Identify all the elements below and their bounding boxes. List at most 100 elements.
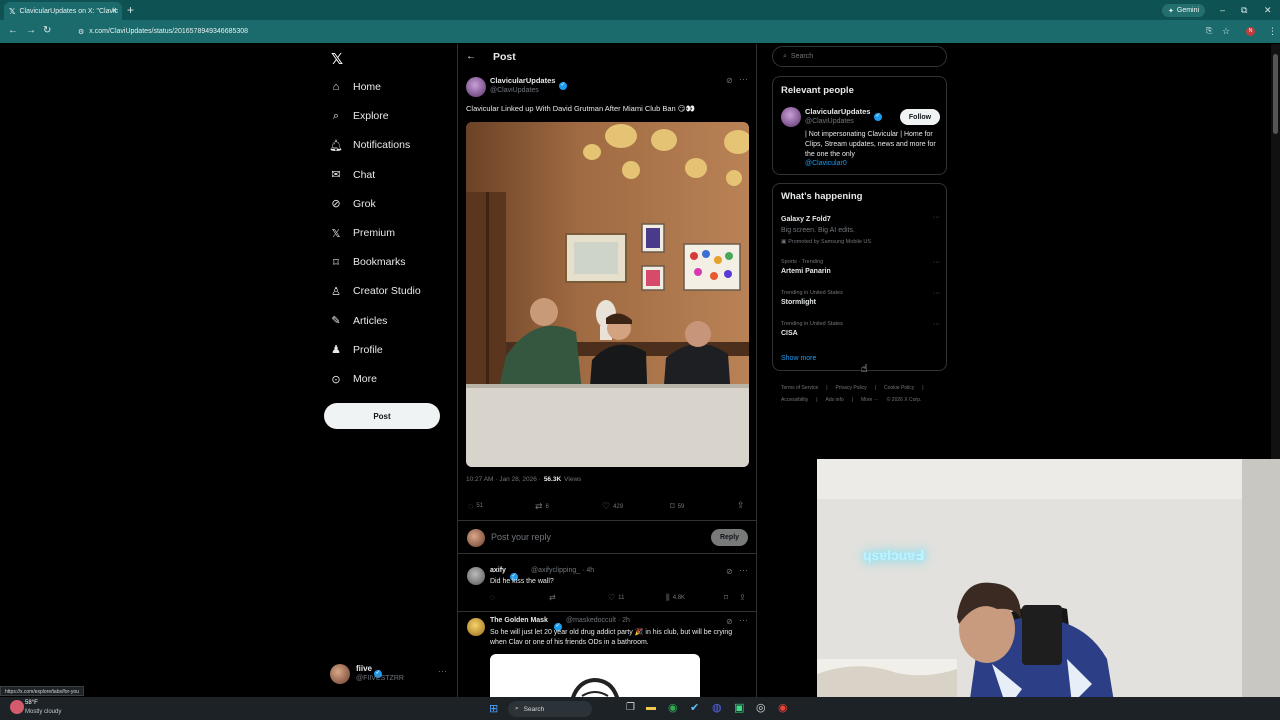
discord-icon[interactable]: ◍ <box>712 701 722 714</box>
nav-item-bookmarks[interactable]: ⌑ Bookmarks <box>330 251 405 273</box>
steam-icon[interactable]: ✔ <box>690 701 699 714</box>
back-arrow-icon[interactable]: ← <box>466 51 476 62</box>
person-handle[interactable]: @ClaviUpdates <box>805 118 854 125</box>
reload-icon[interactable]: ↻ <box>43 26 51 36</box>
like-action[interactable]: ♡ 429 <box>602 501 623 512</box>
address-bar[interactable]: ⚙ x.com/ClaviUpdates/status/201657894934… <box>70 23 1200 40</box>
mouse-cursor-icon: ☝ <box>861 363 868 375</box>
views-action[interactable]: ⫼ 4.8K <box>666 593 685 603</box>
author-name[interactable]: ClavicularUpdates <box>490 76 555 85</box>
more-dots-icon[interactable]: ··· <box>739 74 748 84</box>
footer-link[interactable]: Privacy Policy <box>836 382 867 394</box>
obs-icon[interactable]: ◎ <box>756 701 766 714</box>
chrome-icon[interactable]: ◉ <box>668 701 678 714</box>
reply-handle[interactable]: @axifyclipping_ · 4h <box>531 567 594 574</box>
footer-link[interactable]: Cookie Policy <box>884 382 914 394</box>
repost-action[interactable]: ⇄ 6 <box>535 501 549 512</box>
nav-item-notifications[interactable]: 🔔︎ Notifications <box>329 134 410 156</box>
weather-temp[interactable]: 58°F <box>25 700 38 706</box>
reply-handle[interactable]: @maskedoccult · 2h <box>566 617 630 624</box>
post-timestamp[interactable]: 10:27 AM · Jan 28, 2026 · <box>466 476 541 483</box>
more-dots-icon[interactable]: ··· <box>739 615 748 625</box>
footer-link[interactable]: Ads info <box>826 394 844 406</box>
grok-icon[interactable]: ⊘ <box>726 617 733 626</box>
trend-name: Stormlight <box>781 299 816 306</box>
gemini-button[interactable]: ✦ Gemini <box>1162 4 1206 17</box>
more-dots-icon[interactable]: ··· <box>933 214 940 221</box>
more-dots-icon[interactable]: ··· <box>739 565 748 575</box>
forward-icon[interactable]: → <box>26 26 36 36</box>
nav-item-label: Home <box>353 81 382 93</box>
reply-author[interactable]: The Golden Mask <box>490 617 548 624</box>
nav-item-more[interactable]: ⊙ More <box>330 368 377 390</box>
profile-avatar[interactable]: N <box>1246 27 1255 36</box>
reply-action[interactable]: ◌ 51 <box>468 501 483 511</box>
install-icon[interactable]: ⎘ <box>1206 26 1212 36</box>
browser-tab[interactable]: 𝕏 ClavicularUpdates on X: "Clavic × <box>4 2 122 20</box>
back-icon[interactable]: ← <box>8 26 18 36</box>
share-icon[interactable]: ⇪ <box>737 500 745 511</box>
post-image[interactable] <box>466 122 749 467</box>
new-tab-icon[interactable]: + <box>127 3 134 17</box>
more-dots-icon[interactable]: ··· <box>933 321 940 328</box>
author-handle[interactable]: @ClaviUpdates <box>490 87 539 94</box>
reply-author[interactable]: axify <box>490 567 506 574</box>
bookmark-action[interactable]: ⌑ 59 <box>670 501 684 512</box>
more-dots-icon[interactable]: ··· <box>933 290 940 297</box>
account-switcher[interactable]: fiive @FIIVESTZRR ··· <box>330 662 450 686</box>
more-dots-icon[interactable]: ··· <box>933 259 940 266</box>
repost-icon[interactable]: ⇄ <box>549 593 556 602</box>
close-window-icon[interactable]: ✕ <box>1264 5 1272 16</box>
footer-link[interactable]: More ··· <box>861 394 879 406</box>
restore-icon[interactable]: ⧉ <box>1241 5 1247 16</box>
reply-input[interactable]: Post your reply <box>491 532 551 542</box>
nav-item-articles[interactable]: ✎ Articles <box>330 310 387 332</box>
person-name[interactable]: ClavicularUpdates <box>805 107 870 116</box>
task-view-icon[interactable]: ❐ <box>626 702 635 713</box>
weather-desc[interactable]: Mostly cloudy <box>25 709 61 715</box>
nav-item-profile[interactable]: ♟ Profile <box>330 339 383 361</box>
show-more-link[interactable]: Show more <box>781 355 816 362</box>
grok-icon[interactable]: ⊘ <box>726 76 733 85</box>
minimize-icon[interactable]: – <box>1220 5 1225 15</box>
grok-icon[interactable]: ⊘ <box>726 567 733 576</box>
nav-item-explore[interactable]: ⌕ Explore <box>330 105 389 127</box>
reply-avatar[interactable] <box>467 567 485 585</box>
file-explorer-icon[interactable]: ▬ <box>646 702 656 713</box>
bio-link[interactable]: @Clavicular0 <box>805 160 847 167</box>
taskbar-search[interactable]: ⌕ Search <box>508 701 592 717</box>
app-icon[interactable]: ▣ <box>734 701 744 714</box>
nav-item-creator-studio[interactable]: ♙ Creator Studio <box>330 280 421 302</box>
trend-item[interactable]: Trending in United States Stormlight ··· <box>773 290 948 314</box>
bookmark-icon[interactable]: ⌑ <box>724 593 728 602</box>
trend-item[interactable]: Galaxy Z Fold7 Big screen. Big AI edits.… <box>773 214 948 250</box>
x-logo-icon[interactable]: 𝕏 <box>331 50 343 68</box>
nav-item-grok[interactable]: ⊘ Grok <box>330 193 375 215</box>
reply-avatar[interactable] <box>467 618 485 636</box>
menu-icon[interactable]: ⋮ <box>1268 26 1277 36</box>
trend-item[interactable]: Trending in United States CISA ··· <box>773 321 948 345</box>
reply-item[interactable]: The Golden Mask @maskedoccult · 2h ⊘ ···… <box>458 613 756 697</box>
close-tab-icon[interactable]: × <box>112 6 117 15</box>
nav-item-premium[interactable]: 𝕏 Premium <box>330 222 395 244</box>
reply-icon[interactable]: ◌ <box>490 593 495 602</box>
chrome-active-icon[interactable]: ◉ <box>778 701 788 714</box>
follow-button[interactable]: Follow <box>900 109 940 125</box>
author-avatar[interactable] <box>466 77 486 97</box>
like-action[interactable]: ♡ 11 <box>608 593 624 602</box>
search-input[interactable]: ⌕ Search <box>772 46 947 67</box>
reply-image[interactable] <box>490 654 700 697</box>
reply-item[interactable]: axify @axifyclipping_ · 4h ⊘ ··· Did he … <box>458 562 756 612</box>
share-icon[interactable]: ⇪ <box>739 593 746 602</box>
windows-start-icon[interactable]: ⊞ <box>489 702 498 715</box>
post-button[interactable]: Post <box>324 403 440 429</box>
footer-link[interactable]: Terms of Service <box>781 382 818 394</box>
person-avatar[interactable] <box>781 107 801 127</box>
footer-link[interactable]: Accessibility <box>781 394 808 406</box>
nav-item-chat[interactable]: ✉ Chat <box>330 164 375 186</box>
reply-button[interactable]: Reply <box>711 529 748 546</box>
scrollbar-thumb[interactable] <box>1273 54 1278 134</box>
nav-item-home[interactable]: ⌂ Home <box>330 76 381 98</box>
trend-item[interactable]: Sports · Trending Artemi Panarin ··· <box>773 259 948 283</box>
star-icon[interactable]: ☆ <box>1222 26 1230 36</box>
